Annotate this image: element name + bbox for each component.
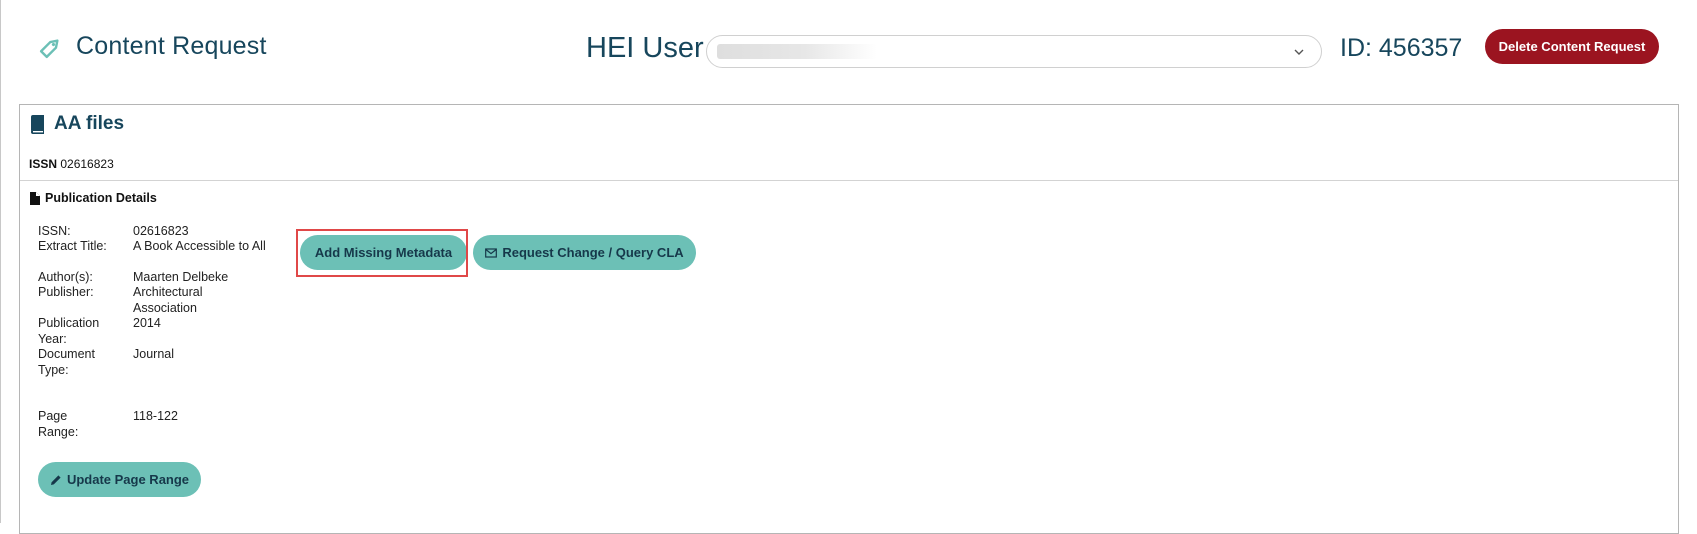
request-change-query-cla-label: Request Change / Query CLA	[502, 245, 684, 260]
issn-summary: ISSN 02616823	[29, 157, 114, 171]
hei-user-select[interactable]	[706, 35, 1322, 68]
book-heading: AA files	[30, 113, 124, 135]
delete-content-request-button[interactable]: Delete Content Request	[1485, 29, 1659, 64]
divider	[20, 180, 1678, 181]
field-label-authors: Author(s):	[38, 270, 93, 284]
field-value-authors: Maarten Delbeke	[133, 270, 229, 284]
field-value-publisher: Architectural Association	[133, 285, 203, 315]
field-label-publication-year: Publication Year:	[38, 316, 100, 346]
add-missing-metadata-button[interactable]: Add Missing Metadata	[300, 235, 467, 270]
page-edge	[0, 0, 1, 523]
field-value-extract-title: A Book Accessible to All	[133, 239, 266, 253]
field-label-publisher: Publisher:	[38, 285, 94, 299]
hei-user-label: HEI User	[586, 32, 704, 64]
field-value-document-type: Journal	[133, 347, 174, 361]
field-label-document-type: Document Type:	[38, 347, 95, 377]
book-icon	[31, 114, 44, 134]
add-missing-metadata-label: Add Missing Metadata	[314, 245, 453, 260]
issn-key: ISSN	[29, 157, 58, 171]
update-page-range-button[interactable]: Update Page Range	[38, 462, 201, 497]
publication-details-title: Publication Details	[45, 191, 157, 205]
pencil-icon	[50, 474, 61, 485]
issn-value: 02616823	[60, 157, 114, 171]
field-value-issn: 02616823	[133, 224, 189, 238]
publication-details-heading: Publication Details	[30, 191, 157, 205]
tag-icon	[39, 38, 59, 58]
field-label-extract-title: Extract Title:	[38, 239, 107, 253]
chevron-down-icon	[1294, 49, 1304, 55]
request-change-query-cla-button[interactable]: Request Change / Query CLA	[473, 235, 696, 270]
book-title: AA files	[54, 113, 125, 134]
request-id: ID: 456357	[1340, 34, 1463, 62]
update-page-range-label: Update Page Range	[66, 472, 190, 487]
page-header: Content Request	[38, 32, 267, 61]
field-value-page-range: 118-122	[133, 409, 178, 423]
field-label-issn: ISSN:	[38, 224, 71, 238]
envelope-icon	[485, 247, 498, 258]
file-icon	[30, 191, 40, 205]
field-value-publication-year: 2014	[133, 316, 161, 330]
page-title: Content Request	[76, 32, 267, 60]
field-label-page-range: Page Range:	[38, 409, 79, 439]
content-panel: AA files ISSN 02616823 Publication Detai…	[19, 104, 1679, 534]
redacted-user-value	[717, 44, 877, 59]
